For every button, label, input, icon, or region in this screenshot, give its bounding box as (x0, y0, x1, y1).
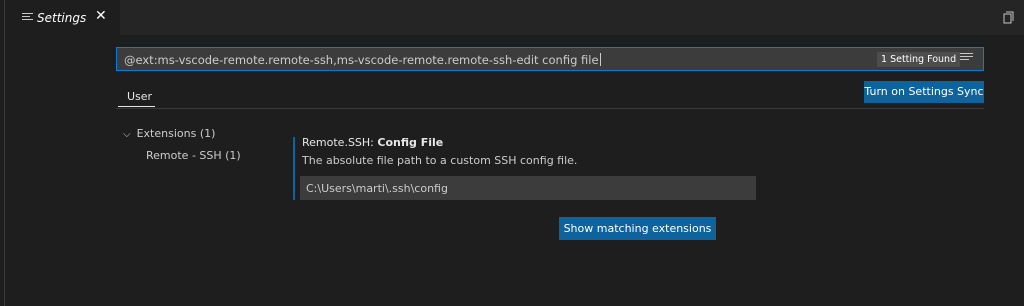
tab-label: Settings (37, 11, 87, 25)
editor-tab-bar: Settings ✕ (5, 0, 1024, 35)
active-tab-indicator (118, 106, 155, 107)
setting-focus-indicator (293, 137, 295, 200)
tab-user[interactable]: User (127, 90, 152, 103)
results-count-badge: 1 Setting Found (877, 52, 961, 67)
open-settings-json-icon[interactable] (1001, 10, 1015, 24)
tab-settings[interactable]: Settings ✕ (5, 0, 120, 35)
scope-divider (116, 108, 984, 109)
toc-item-label: Extensions (1) (136, 127, 216, 140)
filter-list-icon[interactable] (960, 53, 973, 65)
setting-title: Remote.SSH: Config File (302, 136, 444, 149)
toc-item-extensions[interactable]: ⌵ Extensions (1) (123, 127, 215, 140)
turn-on-settings-sync-button[interactable]: Turn on Settings Sync (864, 81, 984, 103)
show-matching-extensions-button[interactable]: Show matching extensions (559, 217, 716, 240)
config-file-input[interactable] (300, 176, 756, 200)
settings-editor: Settings ✕ @ext:ms-vscode-remote.remote-… (4, 0, 1024, 306)
setting-description: The absolute file path to a custom SSH c… (302, 154, 578, 167)
settings-list-icon (22, 13, 33, 22)
toc-item-remote-ssh[interactable]: Remote - SSH (1) (146, 149, 241, 162)
search-query: @ext:ms-vscode-remote.remote-ssh,ms-vsco… (124, 53, 601, 67)
close-icon[interactable]: ✕ (95, 9, 107, 23)
chevron-down-icon: ⌵ (123, 129, 131, 140)
settings-search-input[interactable]: @ext:ms-vscode-remote.remote-ssh,ms-vsco… (116, 47, 984, 71)
